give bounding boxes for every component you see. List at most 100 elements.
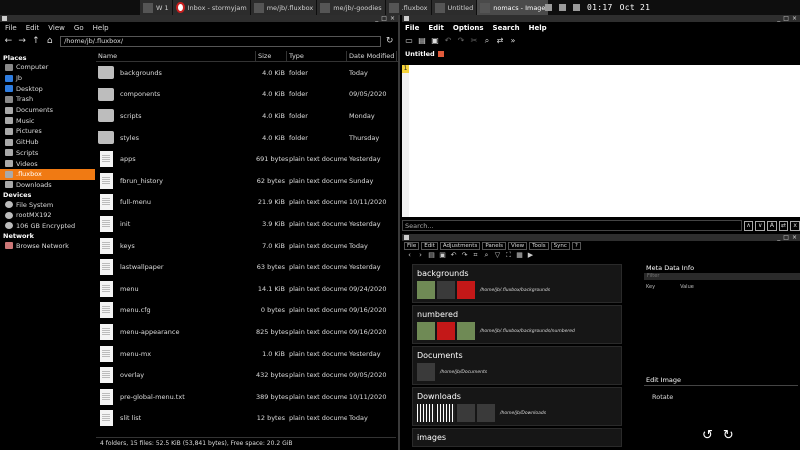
jump-icon[interactable]: » [509,37,517,45]
minimize-icon[interactable]: _ [777,234,780,241]
match-case-button[interactable]: A [767,220,777,231]
column-date[interactable]: Date Modified [347,51,397,62]
sidebar-item-pictures[interactable]: Pictures [0,126,95,137]
editor-text-area[interactable]: 1 [402,65,800,217]
sidebar-item-browse-network[interactable]: Browse Network [0,240,95,251]
volume-icon[interactable] [545,4,552,11]
task-button[interactable]: W 1 [140,0,173,15]
menu-view[interactable]: View [48,24,65,32]
task-button[interactable]: me/jb/-goodies [317,0,386,15]
menu-edit[interactable]: Edit [428,24,444,32]
open-icon[interactable]: ▤ [428,252,435,259]
close-search-button[interactable]: x [790,220,800,231]
image-viewer-titlebar[interactable]: _ □ × [402,234,800,241]
thumbnail[interactable] [477,404,495,422]
menu-tools[interactable]: Tools [529,241,549,250]
next-icon[interactable]: › [417,252,424,259]
menu-file[interactable]: File [404,241,420,250]
rotate-right-icon[interactable]: ↻ [723,428,734,443]
menu-file[interactable]: File [5,24,17,32]
close-icon[interactable]: × [792,234,797,241]
search-prev-button[interactable]: ∧ [743,220,754,231]
thumbnail[interactable] [417,363,435,381]
file-row[interactable]: menu 14.1 KiB plain text document09/24/202… [96,278,398,300]
menu-edit[interactable]: Edit [26,24,40,32]
thumbnail[interactable] [457,404,475,422]
editor-titlebar[interactable]: _ □ × [402,15,800,22]
folder-group[interactable]: numbered/home/jb/.fluxbox/backgrounds/nu… [412,305,622,344]
task-button[interactable]: .fluxbox [385,0,432,15]
file-row[interactable]: pre-global-menu.txt 389 bytes plain text d… [96,386,398,408]
rotate-ccw-icon[interactable]: ↶ [450,252,457,259]
tab-close-icon[interactable] [437,51,444,57]
menu-sync[interactable]: Sync [550,241,570,250]
file-row[interactable]: menu-appearance 825 bytes plain text docum… [96,321,398,343]
find-icon[interactable]: ⌕ [483,37,491,45]
menu-search[interactable]: Search [493,24,520,32]
thumbnail[interactable] [417,322,435,340]
file-row[interactable]: menu-mx 1.0 KiB plain text documentYesterd… [96,343,398,365]
file-row[interactable]: menu.cfg 0 bytes plain text document09/16/… [96,300,398,322]
file-row[interactable]: keys 7.0 KiB plain text documentToday [96,235,398,257]
thumbnail[interactable] [457,322,475,340]
sidebar-item-jb[interactable]: Jb [0,73,95,84]
folder-group[interactable]: images [412,428,622,447]
file-manager-titlebar[interactable]: _ □ × [0,15,398,22]
menu-help[interactable]: Help [529,24,547,32]
tab-untitled[interactable]: Untitled [405,50,435,58]
sidebar-item-documents[interactable]: Documents [0,105,95,116]
back-icon[interactable]: ← [3,36,14,47]
zoom-icon[interactable]: ⌕ [483,252,490,259]
thumbnail[interactable] [457,281,475,299]
sidebar-item-music[interactable]: Music [0,115,95,126]
task-button[interactable]: Inbox - stormyjam [172,0,251,15]
cut-icon[interactable]: ✂ [470,37,478,45]
replace-icon[interactable]: ⇄ [496,37,504,45]
column-size[interactable]: Size [256,51,287,62]
save-icon[interactable]: ▣ [431,37,439,45]
folder-group[interactable]: backgrounds/home/jb/.fluxbox/backgrounds [412,264,622,303]
menu-panels[interactable]: Panels [482,241,507,250]
sidebar-item-fluxbox[interactable]: .fluxbox [0,168,95,180]
reload-icon[interactable]: ↻ [384,36,395,47]
network-icon[interactable] [559,4,566,11]
file-row[interactable]: init 3.9 KiB plain text documentYesterday [96,213,398,235]
sidebar-item-github[interactable]: GitHub [0,137,95,148]
undo-icon[interactable]: ↶ [444,37,452,45]
grid-icon[interactable]: ▦ [516,252,523,259]
minimize-icon[interactable]: _ [777,15,780,22]
file-row[interactable]: scripts 4.0 KiB folder Monday [96,105,398,127]
sidebar-item-desktop[interactable]: Desktop [0,83,95,94]
sidebar-item-106-gb-encrypted[interactable]: 106 GB Encrypted [0,221,95,232]
folder-group[interactable]: Downloads/home/jb/Downloads [412,387,622,426]
filter-icon[interactable]: ▽ [494,252,501,259]
menu-options[interactable]: Options [453,24,484,32]
task-button[interactable]: me/jb/.fluxbox [250,0,318,15]
file-row[interactable]: apps 691 bytesplain text documentYesterda… [96,148,398,170]
up-icon[interactable]: ↑ [31,36,42,47]
column-name[interactable]: Name [96,51,256,62]
close-icon[interactable]: × [792,15,797,22]
forward-icon[interactable]: → [17,36,28,47]
rotate-left-icon[interactable]: ↺ [702,428,713,443]
rotate-cw-icon[interactable]: ↷ [461,252,468,259]
minimize-icon[interactable]: _ [375,15,378,22]
file-row[interactable]: full-menu 21.9 KiB plain text document10/1… [96,192,398,214]
fullscreen-icon[interactable]: ⛶ [505,252,512,259]
file-row[interactable]: lastwallpaper 63 bytes plain text document… [96,256,398,278]
sidebar-item-computer[interactable]: Computer [0,62,95,73]
file-row[interactable]: styles 4.0 KiB folder Thursday [96,127,398,149]
menu-icon[interactable] [573,4,580,11]
menu-help[interactable]: Help [93,24,109,32]
thumbnail[interactable] [437,281,455,299]
thumbnail-browser[interactable]: backgrounds/home/jb/.fluxbox/backgrounds… [412,264,622,450]
file-row[interactable]: components 4.0 KiB folder 09/05/2020 [96,84,398,106]
menu-file[interactable]: File [405,24,419,32]
sidebar-item-scripts[interactable]: Scripts [0,148,95,159]
file-row[interactable]: overlay 432 bytesplain text document09/05… [96,364,398,386]
menu-adjustments[interactable]: Adjustments [439,241,481,250]
open-file-icon[interactable]: ▤ [418,37,426,45]
regex-button[interactable]: ⇄ [778,220,789,231]
thumbnail[interactable] [437,404,455,422]
task-button[interactable]: Untitled [431,0,478,15]
